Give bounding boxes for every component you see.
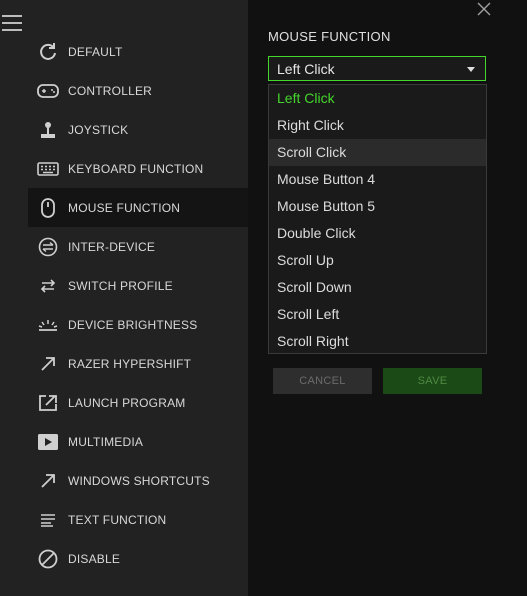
option-scroll-left[interactable]: Scroll Left (269, 301, 486, 328)
select-value: Left Click (277, 61, 335, 77)
option-mouse-button-5[interactable]: Mouse Button 5 (269, 193, 486, 220)
sidebar-item-razer-hypershift[interactable]: RAZER HYPERSHIFT (28, 344, 248, 383)
keyboard-icon (37, 158, 59, 180)
option-mouse-button-4[interactable]: Mouse Button 4 (269, 166, 486, 193)
sidebar-item-inter-device[interactable]: INTER-DEVICE (28, 227, 248, 266)
sidebar-item-label: MOUSE FUNCTION (68, 200, 181, 215)
option-scroll-down[interactable]: Scroll Down (269, 274, 486, 301)
sidebar-item-label: LAUNCH PROGRAM (68, 395, 186, 410)
disable-icon (37, 548, 59, 570)
caret-down-icon (467, 67, 475, 72)
option-scroll-click[interactable]: Scroll Click (269, 139, 486, 166)
sidebar-item-mouse-function[interactable]: MOUSE FUNCTION (28, 188, 248, 227)
sidebar-item-label: MULTIMEDIA (68, 434, 144, 449)
sidebar-item-keyboard-function[interactable]: KEYBOARD FUNCTION (28, 149, 248, 188)
sidebar-item-label: INTER-DEVICE (68, 239, 156, 254)
cancel-button[interactable]: CANCEL (273, 368, 372, 394)
option-left-click[interactable]: Left Click (269, 85, 486, 112)
sidebar-item-label: KEYBOARD FUNCTION (68, 161, 204, 176)
sidebar-item-label: SWITCH PROFILE (68, 278, 173, 293)
sidebar-item-label: DEVICE BRIGHTNESS (68, 317, 198, 332)
mouse-icon (37, 197, 59, 219)
play-icon (37, 431, 59, 453)
joystick-icon (37, 119, 59, 141)
brightness-icon (37, 314, 59, 336)
save-button[interactable]: SAVE (383, 368, 482, 394)
sidebar-item-windows-shortcuts[interactable]: WINDOWS SHORTCUTS (28, 461, 248, 500)
text-lines-icon (37, 509, 59, 531)
sidebar-item-launch-program[interactable]: LAUNCH PROGRAM (28, 383, 248, 422)
option-double-click[interactable]: Double Click (269, 220, 486, 247)
sidebar-item-device-brightness[interactable]: DEVICE BRIGHTNESS (28, 305, 248, 344)
sidebar-item-joystick[interactable]: JOYSTICK (28, 110, 248, 149)
sidebar-item-label: TEXT FUNCTION (68, 512, 167, 527)
sidebar-item-label: RAZER HYPERSHIFT (68, 356, 192, 371)
option-right-click[interactable]: Right Click (269, 112, 486, 139)
sidebar-item-text-function[interactable]: TEXT FUNCTION (28, 500, 248, 539)
sidebar-item-controller[interactable]: CONTROLLER (28, 71, 248, 110)
close-icon[interactable] (475, 0, 493, 18)
sidebar-item-default[interactable]: DEFAULT (28, 32, 248, 71)
option-scroll-up[interactable]: Scroll Up (269, 247, 486, 274)
switch-arrows-icon (37, 275, 59, 297)
sidebar-item-label: WINDOWS SHORTCUTS (68, 473, 210, 488)
dropdown-list: Left Click Right Click Scroll Click Mous… (268, 84, 487, 354)
hamburger-menu-icon[interactable] (2, 15, 22, 31)
option-scroll-right[interactable]: Scroll Right (269, 328, 486, 355)
refresh-icon (37, 41, 59, 63)
section-title: MOUSE FUNCTION (268, 29, 391, 44)
sidebar-item-switch-profile[interactable]: SWITCH PROFILE (28, 266, 248, 305)
launch-icon (37, 392, 59, 414)
sidebar: DEFAULT CONTROLLER JOYSTICK KEYBOARD FUN… (0, 0, 248, 596)
hypershift-arrow-icon (37, 353, 59, 375)
sidebar-item-multimedia[interactable]: MULTIMEDIA (28, 422, 248, 461)
sidebar-item-label: JOYSTICK (68, 122, 129, 137)
sidebar-item-label: CONTROLLER (68, 83, 153, 98)
mouse-function-select[interactable]: Left Click (268, 56, 486, 81)
sidebar-item-label: DEFAULT (68, 44, 123, 59)
sidebar-item-label: DISABLE (68, 551, 121, 566)
inter-device-icon (37, 236, 59, 258)
sidebar-item-disable[interactable]: DISABLE (28, 539, 248, 578)
gamepad-icon (37, 80, 59, 102)
shortcut-arrow-icon (37, 470, 59, 492)
